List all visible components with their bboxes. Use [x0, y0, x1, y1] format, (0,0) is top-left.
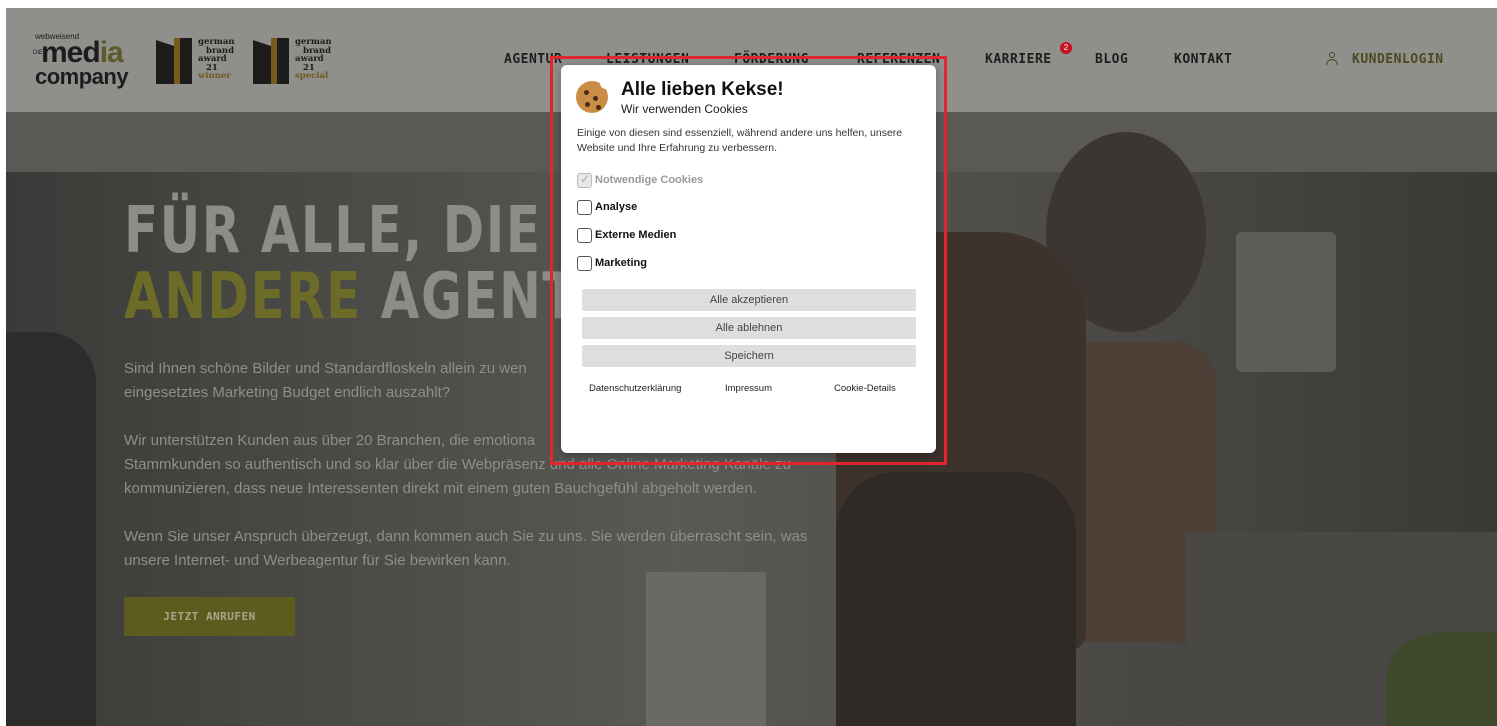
marketing-label[interactable]: Marketing: [595, 257, 647, 269]
award-mark-icon: [253, 38, 291, 84]
award-special-logo: german brand award 21 special: [253, 38, 341, 88]
notwendige-cookies-label: Notwendige Cookies: [595, 174, 704, 186]
kundenlogin-link[interactable]: KUNDENLOGIN: [1326, 52, 1444, 67]
call-now-button[interactable]: JETZT ANRUFEN: [124, 597, 295, 636]
logo-company: company: [35, 64, 129, 89]
reject-all-button[interactable]: Alle ablehnen: [582, 317, 916, 339]
kundenlogin-label: KUNDENLOGIN: [1352, 52, 1444, 67]
marketing-checkbox[interactable]: [577, 256, 592, 271]
karriere-count-badge: 2: [1060, 42, 1072, 54]
nav-kontakt[interactable]: KONTAKT: [1174, 52, 1232, 67]
cookie-details-link[interactable]: Cookie-Details: [834, 383, 896, 394]
cookie-dialog-description: Einige von diesen sind essenziell, währe…: [577, 127, 903, 154]
user-icon: [1326, 52, 1338, 65]
analyse-label[interactable]: Analyse: [595, 201, 637, 213]
award-winner-logo: german brand award 21 winner: [156, 38, 244, 88]
externe-medien-checkbox[interactable]: [577, 228, 592, 243]
cookie-consent-dialog: Alle lieben Kekse! Wir verwenden Cookies…: [561, 65, 936, 453]
company-logo[interactable]: webweisend DIE media company: [33, 32, 143, 92]
award-mark-icon: [156, 38, 194, 84]
privacy-policy-link[interactable]: Datenschutzerklärung: [589, 383, 681, 394]
analyse-checkbox[interactable]: [577, 200, 592, 215]
imprint-link[interactable]: Impressum: [725, 383, 772, 394]
cookie-icon: [576, 77, 612, 113]
notwendige-cookies-checkbox: [577, 172, 592, 188]
accept-all-button[interactable]: Alle akzeptieren: [582, 289, 916, 311]
cookie-dialog-subtitle: Wir verwenden Cookies: [621, 102, 748, 116]
nav-karriere[interactable]: KARRIERE: [985, 52, 1052, 67]
cookie-dialog-title: Alle lieben Kekse!: [621, 79, 784, 100]
save-button[interactable]: Speichern: [582, 345, 916, 367]
hero-paragraph-3: Wenn Sie unser Anspruch überzeugt, dann …: [124, 528, 808, 569]
externe-medien-label[interactable]: Externe Medien: [595, 229, 676, 241]
logo-die: DIE: [33, 50, 44, 56]
nav-blog[interactable]: BLOG: [1095, 52, 1128, 67]
